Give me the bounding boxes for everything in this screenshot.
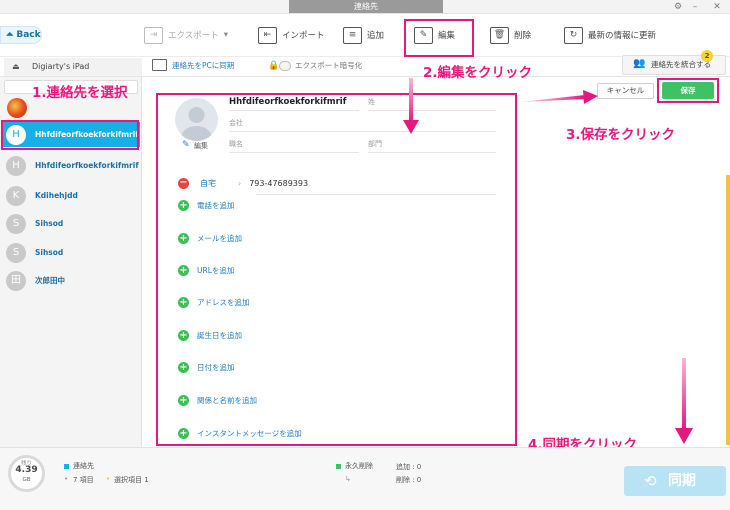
sync-label: 同期 bbox=[668, 473, 696, 489]
bullet-dot: • bbox=[64, 475, 69, 483]
sync-down-arrow bbox=[675, 358, 693, 444]
annotation-arrows bbox=[403, 78, 693, 444]
sync-icon: ⟲ bbox=[644, 472, 657, 490]
edit-down-arrow bbox=[403, 78, 419, 134]
delete-legend-square bbox=[336, 464, 341, 469]
delete-count: 削除 : 0 bbox=[396, 476, 422, 484]
storage-unit: GB bbox=[22, 477, 31, 483]
return-arrow-icon: ↳ bbox=[345, 475, 351, 483]
save-right-arrow bbox=[520, 90, 598, 104]
category-label: 連絡先 bbox=[73, 462, 94, 470]
permanent-delete-label: 永久削除 bbox=[345, 462, 373, 470]
bullet-dot: • bbox=[106, 475, 111, 483]
items-count: 7 項目 bbox=[73, 476, 94, 484]
contacts-legend-square bbox=[64, 464, 69, 469]
storage-value: 4.39 bbox=[15, 465, 38, 475]
add-count: 追加 : 0 bbox=[396, 463, 422, 471]
sync-button[interactable]: 同期 bbox=[624, 466, 726, 496]
selected-count: 選択項目 1 bbox=[114, 476, 149, 484]
